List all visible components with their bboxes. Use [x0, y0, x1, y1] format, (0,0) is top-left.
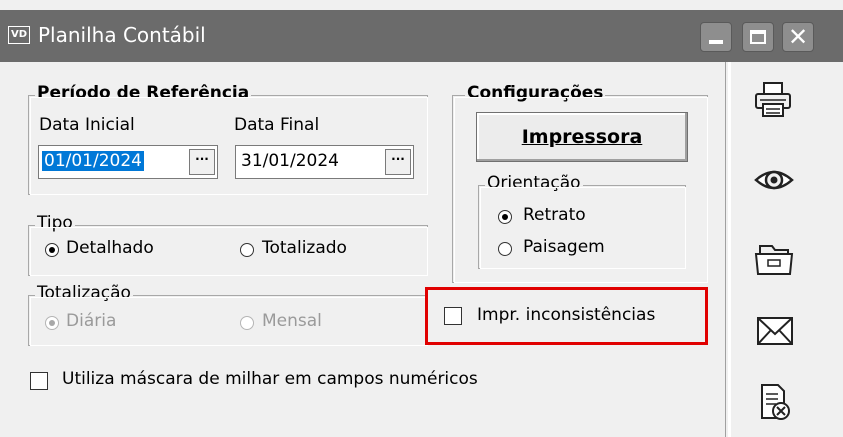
retrato-label[interactable]: Retrato [523, 205, 586, 225]
data-final-value: 31/01/2024 [241, 151, 339, 171]
mascara-milhar-checkbox[interactable] [30, 372, 48, 390]
configuracoes-legend: Configurações [465, 83, 606, 103]
periodo-legend: Período de Referência [35, 83, 252, 103]
data-final-picker-button[interactable]: ··· [385, 149, 411, 175]
paisagem-label[interactable]: Paisagem [523, 237, 605, 257]
data-final-field[interactable]: 31/01/2024 ··· [235, 145, 414, 179]
data-final-label: Data Final [234, 115, 320, 135]
printer-icon[interactable] [750, 80, 798, 120]
data-inicial-field[interactable]: 01/01/2024 ··· [38, 145, 218, 179]
impr-inconsistencias-checkbox[interactable] [444, 307, 462, 325]
paisagem-radio[interactable] [498, 242, 512, 256]
data-inicial-value: 01/01/2024 [42, 151, 144, 171]
minimize-icon [709, 40, 723, 44]
folder-icon[interactable] [750, 238, 798, 278]
close-button[interactable]: ✕ [782, 22, 814, 52]
diaria-radio[interactable] [45, 316, 59, 330]
detalhado-label[interactable]: Detalhado [66, 238, 154, 258]
email-icon[interactable] [750, 310, 798, 350]
preview-eye-icon[interactable] [750, 160, 798, 200]
impr-inconsistencias-label[interactable]: Impr. inconsistências [477, 305, 655, 325]
app-icon: VD [8, 26, 30, 44]
data-inicial-picker-button[interactable]: ··· [189, 149, 215, 175]
maximize-icon [750, 30, 766, 44]
impressora-button-label: Impressora [521, 126, 643, 148]
orientacao-legend: Orientação [485, 173, 583, 193]
detalhado-radio[interactable] [45, 243, 59, 257]
totalizacao-legend: Totalização [35, 283, 133, 303]
maximize-button[interactable] [742, 22, 774, 52]
mensal-radio[interactable] [240, 316, 254, 330]
window-title: Planilha Contábil [38, 23, 206, 47]
totalizado-label[interactable]: Totalizado [262, 238, 347, 258]
mensal-label[interactable]: Mensal [262, 311, 322, 331]
diaria-label[interactable]: Diária [66, 311, 116, 331]
close-icon: ✕ [787, 23, 809, 51]
retrato-radio[interactable] [498, 210, 512, 224]
data-inicial-label: Data Inicial [39, 115, 135, 135]
minimize-button[interactable] [700, 22, 732, 52]
tipo-legend: Tipo [35, 213, 75, 233]
cancel-document-icon[interactable] [750, 382, 798, 422]
mascara-milhar-label[interactable]: Utiliza máscara de milhar em campos numé… [62, 369, 478, 389]
title-bar: VD Planilha Contábil ✕ [0, 10, 843, 62]
totalizado-radio[interactable] [240, 243, 254, 257]
impressora-button[interactable]: Impressora [476, 112, 688, 162]
